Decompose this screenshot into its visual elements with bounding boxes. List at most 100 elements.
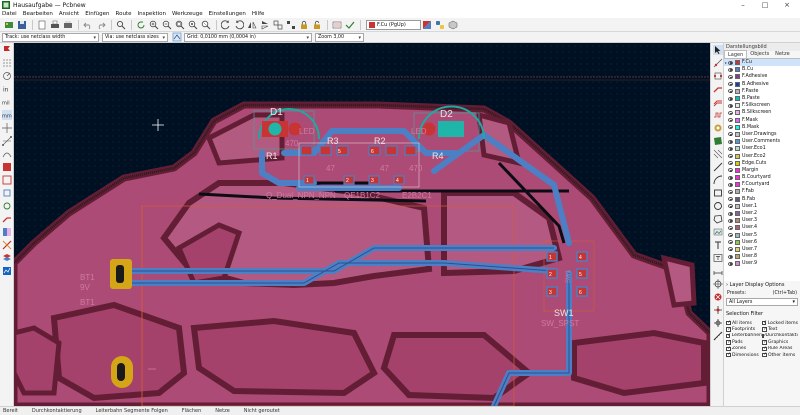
net-highlight-button[interactable]	[1, 239, 13, 251]
layer-color-swatch[interactable]	[735, 239, 740, 245]
measure-tool-button[interactable]	[712, 330, 724, 342]
layer-color-swatch[interactable]	[735, 196, 740, 202]
layer-color-swatch[interactable]	[735, 124, 740, 130]
print-button[interactable]	[49, 19, 60, 30]
layer-row[interactable]: B.Adhesive	[724, 81, 800, 88]
layer-row[interactable]: F.Paste	[724, 88, 800, 95]
add-dimension-button[interactable]	[712, 265, 724, 277]
visibility-eye-icon[interactable]	[728, 118, 733, 123]
layer-color-swatch[interactable]	[735, 203, 740, 209]
layer-row[interactable]: User.2	[724, 210, 800, 217]
visibility-eye-icon[interactable]	[728, 204, 733, 209]
visibility-eye-icon[interactable]	[728, 60, 733, 65]
layer-row[interactable]: User.7	[724, 246, 800, 253]
visibility-eye-icon[interactable]	[728, 175, 733, 180]
units-mm-button[interactable]: mm	[1, 109, 13, 121]
ungroup-button[interactable]	[285, 19, 296, 30]
layer-color-swatch[interactable]	[735, 218, 740, 224]
layer-pair-button[interactable]	[421, 19, 432, 30]
tab-nets[interactable]: Netze	[772, 50, 792, 58]
draw-polygon-button[interactable]	[712, 213, 724, 225]
layer-color-swatch[interactable]	[735, 254, 740, 260]
layer-row[interactable]: B.Silkscreen	[724, 109, 800, 116]
draw-line-button[interactable]	[712, 161, 724, 173]
mirror-h-button[interactable]	[246, 19, 257, 30]
route-track-button[interactable]	[712, 83, 724, 95]
layer-row[interactable]: User.5	[724, 232, 800, 239]
pad-outline-button[interactable]	[1, 187, 13, 199]
menu-hilfe[interactable]: Hilfe	[252, 11, 265, 17]
track-width-select[interactable]: Track: use netclass width ▾	[2, 32, 99, 42]
minimize-button[interactable]: –	[732, 0, 754, 10]
tab-objects[interactable]: Objects	[747, 50, 772, 58]
layer-color-swatch[interactable]	[735, 153, 740, 159]
draw-rectangle-button[interactable]	[712, 187, 724, 199]
rotate-ccw-button[interactable]	[220, 19, 231, 30]
redo-button[interactable]	[95, 19, 106, 30]
active-layer-select[interactable]: F.Cu (PgUp)	[366, 19, 421, 30]
layer-row[interactable]: User.8	[724, 253, 800, 260]
set-origin-button[interactable]	[712, 304, 724, 316]
selection-filter-checkbox[interactable]: Other items	[762, 352, 798, 358]
layer-color-swatch[interactable]	[735, 67, 740, 73]
visibility-eye-icon[interactable]	[728, 146, 733, 151]
layer-color-swatch[interactable]	[735, 211, 740, 217]
layer-row[interactable]: User.Drawings	[724, 131, 800, 138]
layer-color-swatch[interactable]	[735, 232, 740, 238]
layer-row[interactable]: User.3	[724, 217, 800, 224]
layer-color-swatch[interactable]	[735, 60, 740, 66]
layer-color-swatch[interactable]	[735, 139, 740, 145]
menu-inspektion[interactable]: Inspektion	[137, 11, 166, 17]
visibility-eye-icon[interactable]	[728, 211, 733, 216]
add-zone-button[interactable]	[712, 135, 724, 147]
checkbox-checked-icon[interactable]	[762, 352, 767, 358]
checkbox-checked-icon[interactable]	[762, 333, 767, 339]
layer-display-options-toggle[interactable]: › Layer Display Options	[724, 281, 800, 290]
units-inch-button[interactable]: in	[1, 83, 13, 95]
checkbox-checked-icon[interactable]	[726, 320, 731, 326]
layer-row[interactable]: F.Adhesive	[724, 73, 800, 80]
group-button[interactable]	[272, 19, 283, 30]
search-button[interactable]	[115, 19, 126, 30]
tune-length-button[interactable]	[712, 109, 724, 121]
visibility-eye-icon[interactable]	[728, 161, 733, 166]
menu-bearbeiten[interactable]: Bearbeiten	[23, 11, 53, 17]
page-settings-button[interactable]	[36, 19, 47, 30]
rotate-cw-button[interactable]	[233, 19, 244, 30]
checkbox-checked-icon[interactable]	[726, 352, 731, 358]
close-button[interactable]: ×	[776, 0, 798, 10]
refresh-button[interactable]	[135, 19, 146, 30]
menu-einstellungen[interactable]: Einstellungen	[209, 11, 246, 17]
visibility-eye-icon[interactable]	[728, 254, 733, 259]
layer-row[interactable]: User.9	[724, 260, 800, 267]
maximize-button[interactable]: □	[754, 0, 776, 10]
local-ratsnest-button[interactable]	[712, 57, 724, 69]
visibility-eye-icon[interactable]	[728, 96, 733, 101]
visibility-eye-icon[interactable]	[728, 218, 733, 223]
save-button[interactable]	[16, 19, 27, 30]
tab-layers[interactable]: Lagen	[724, 50, 748, 58]
menu-ansicht[interactable]: Ansicht	[59, 11, 79, 17]
layer-color-swatch[interactable]	[735, 131, 740, 137]
menu-einfuegen[interactable]: Einfügen	[85, 11, 109, 17]
menu-datei[interactable]: Datei	[2, 11, 17, 17]
visibility-eye-icon[interactable]	[728, 189, 733, 194]
layer-row[interactable]: User.6	[724, 239, 800, 246]
layer-row[interactable]: B.Paste	[724, 95, 800, 102]
undo-button[interactable]	[82, 19, 93, 30]
layer-row[interactable]: B.Fab	[724, 196, 800, 203]
layer-color-swatch[interactable]	[735, 261, 740, 267]
layer-row[interactable]: F.Courtyard	[724, 181, 800, 188]
board-setup-button[interactable]	[3, 19, 14, 30]
checkbox-checked-icon[interactable]	[762, 320, 767, 326]
add-footprint-button[interactable]	[712, 70, 724, 82]
visibility-eye-icon[interactable]	[728, 240, 733, 245]
scripting-button[interactable]	[434, 19, 445, 30]
visibility-eye-icon[interactable]	[728, 225, 733, 230]
add-layer-alignment-button[interactable]	[712, 278, 724, 290]
unlock-button[interactable]	[311, 19, 322, 30]
auto-track-width-button[interactable]	[171, 32, 182, 43]
d2-pad-2-hole[interactable]	[444, 122, 458, 136]
units-mil-button[interactable]: mil	[1, 96, 13, 108]
checkbox-checked-icon[interactable]	[762, 346, 767, 351]
